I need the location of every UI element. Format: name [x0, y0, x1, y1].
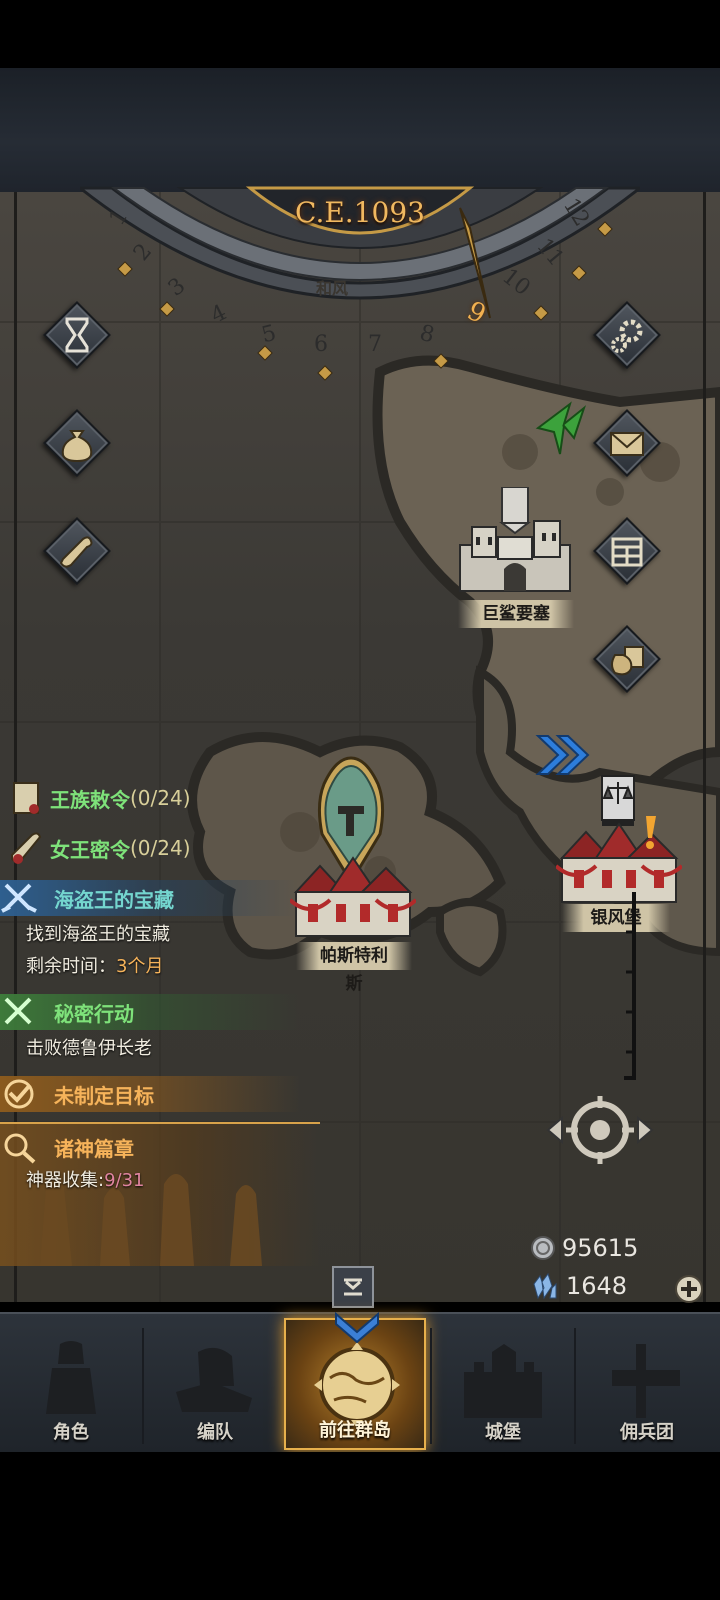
- nav-islands-label: 前往群岛: [319, 1420, 391, 1441]
- supplies-icon: [611, 646, 644, 676]
- royal-decree-progress: (0/24): [130, 786, 191, 810]
- nav-castle-label: 城堡: [485, 1422, 521, 1443]
- goal-title: 未制定目标: [54, 1083, 154, 1108]
- pirate-timer-value: 3个月: [116, 956, 164, 977]
- goal-header[interactable]: 未制定目标: [0, 1076, 300, 1112]
- green-swords-icon: [4, 997, 32, 1025]
- bottom-nav: 角色 编队 前往群岛 城堡 佣兵团: [0, 1311, 720, 1452]
- castle-icon: [464, 1344, 542, 1418]
- gear-icon: [611, 319, 643, 353]
- silver-coin-icon: [531, 1236, 555, 1260]
- month-7[interactable]: 7: [368, 332, 382, 357]
- magnifier-icon: [4, 1133, 36, 1164]
- gesture-area: [0, 1452, 720, 1600]
- justice-banner-icon[interactable]: [600, 774, 636, 828]
- green-arrow-icon[interactable]: [534, 398, 588, 458]
- queen-order-label: 女王密令: [50, 837, 130, 862]
- alert-icon[interactable]: [640, 814, 660, 850]
- queen-order-row[interactable]: 女王密令 (0/24): [8, 830, 191, 866]
- locate-icon[interactable]: [544, 1092, 656, 1168]
- silverwind-castle-icon[interactable]: [556, 822, 682, 906]
- gods-progress-prefix: 神器收集:: [26, 1170, 105, 1191]
- hourglass-button[interactable]: [43, 301, 111, 369]
- money-bag-button[interactable]: [43, 409, 111, 477]
- scroll-button[interactable]: [43, 517, 111, 585]
- capital-label[interactable]: 帕斯特利斯: [296, 942, 412, 994]
- silver-currency: 95615: [530, 1234, 638, 1262]
- crossed-swords-icon: [1, 883, 37, 913]
- nav-castle[interactable]: 城堡: [432, 1322, 574, 1450]
- knight-icon: [46, 1341, 96, 1414]
- crystal-currency: 1648: [532, 1272, 627, 1300]
- era-year: C.E.1093: [295, 196, 425, 229]
- gods-chapter-title: 诸神篇章: [54, 1136, 134, 1161]
- pirate-timer-prefix: 剩余时间：: [26, 956, 116, 977]
- nav-islands[interactable]: 前往群岛: [284, 1311, 426, 1450]
- gods-chapter-card[interactable]: 诸神篇章 神器收集:9/31: [0, 1122, 320, 1266]
- banner-icon: [612, 1344, 680, 1418]
- secret-quest-desc: 击败德鲁伊长老: [26, 1038, 152, 1059]
- capital-castle-icon[interactable]: [290, 852, 416, 942]
- plus-icon[interactable]: [674, 1274, 704, 1304]
- royal-decree-row[interactable]: 王族敕令 (0/24): [8, 780, 191, 816]
- expand-icon[interactable]: [332, 1266, 374, 1308]
- mail-button[interactable]: [593, 409, 661, 477]
- nav-formation[interactable]: 编队: [144, 1322, 286, 1450]
- fortress-castle-icon[interactable]: [452, 487, 578, 599]
- nav-mercenary-label: 佣兵团: [620, 1422, 674, 1443]
- pirate-quest-header[interactable]: 海盗王的宝藏: [0, 880, 300, 916]
- nav-mercenary[interactable]: 佣兵团: [576, 1322, 718, 1450]
- secret-quest-title: 秘密行动: [54, 1001, 134, 1026]
- silverwind-label[interactable]: 银风堡: [562, 904, 670, 932]
- hourglass-icon: [65, 317, 89, 353]
- crystal-amount: 1648: [566, 1272, 628, 1300]
- gods-chapter-progress: 神器收集:9/31: [26, 1166, 145, 1192]
- fortress-label[interactable]: 巨鲨要塞: [458, 600, 574, 628]
- route-line: [624, 892, 636, 1080]
- queen-order-progress: (0/24): [130, 836, 191, 860]
- month-6[interactable]: 6: [314, 332, 328, 357]
- status-bar: [0, 0, 720, 68]
- settings-button[interactable]: [593, 301, 661, 369]
- supplies-button[interactable]: [593, 625, 661, 693]
- nav-formation-label: 编队: [197, 1422, 233, 1443]
- scroll-icon: [59, 536, 93, 568]
- crystal-icon: [533, 1272, 557, 1300]
- pirate-quest-title: 海盗王的宝藏: [54, 887, 174, 912]
- helmet-sword-icon: [176, 1347, 252, 1412]
- queen-scroll-icon: [11, 832, 42, 864]
- pirate-quest-desc: 找到海盗王的宝藏: [26, 924, 170, 945]
- blue-chevron-icon[interactable]: [534, 732, 594, 778]
- decree-scroll-icon: [13, 782, 39, 814]
- target-check-icon: [4, 1079, 34, 1109]
- nav-chevron-down-icon: [335, 1311, 379, 1344]
- gods-progress-value: 9/31: [104, 1170, 145, 1191]
- money-bag-icon: [61, 430, 93, 463]
- nav-character[interactable]: 角色: [0, 1322, 142, 1450]
- royal-decree-label: 王族敕令: [50, 787, 130, 812]
- grid-button[interactable]: [593, 517, 661, 585]
- dial-region-label: 和风: [315, 279, 348, 298]
- mail-icon: [610, 432, 644, 456]
- silver-amount: 95615: [562, 1234, 639, 1262]
- secret-quest-header[interactable]: 秘密行动: [0, 994, 300, 1030]
- pirate-quest-timer: 剩余时间：3个月: [26, 952, 163, 978]
- grid-icon: [611, 537, 643, 567]
- nav-character-label: 角色: [53, 1422, 89, 1443]
